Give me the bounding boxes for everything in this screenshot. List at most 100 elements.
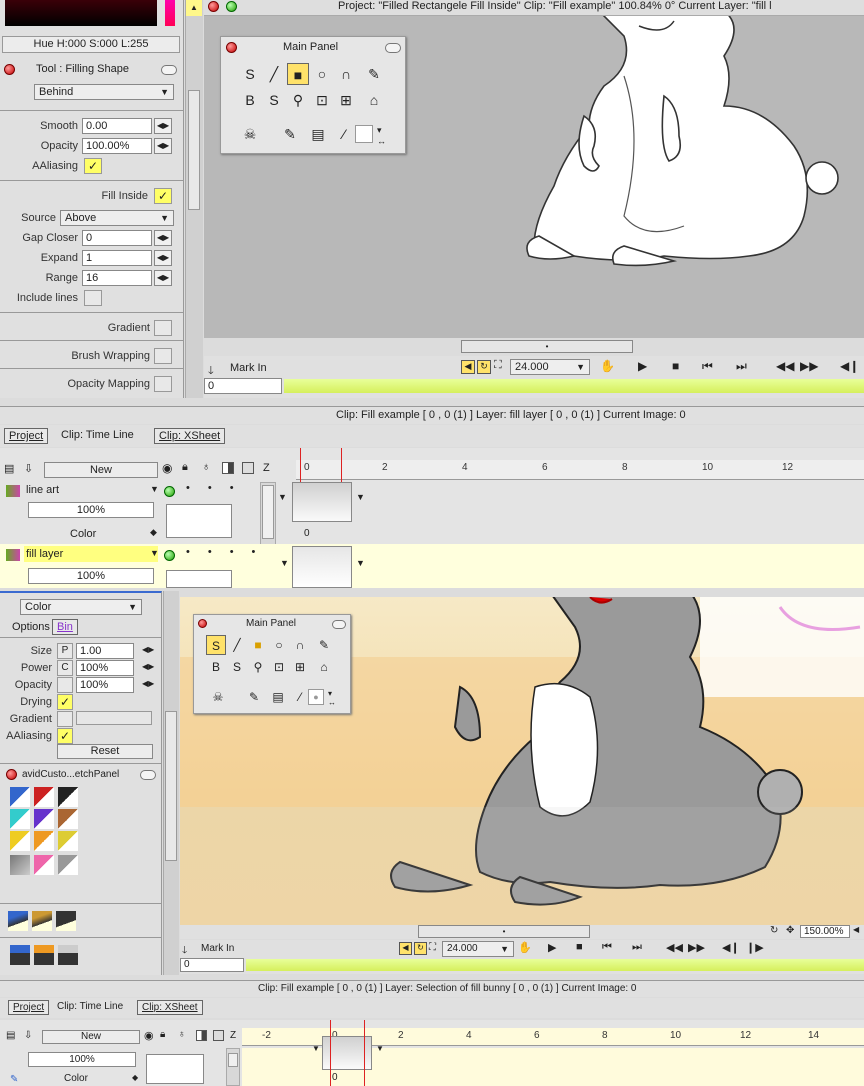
fill-inside-checkbox[interactable]: ✓ <box>154 188 172 204</box>
new-layer-button[interactable]: New <box>44 462 158 478</box>
prev-frame-button[interactable]: ◀◀ <box>776 359 794 373</box>
eraser-tool-icon[interactable]: ✎ <box>314 635 334 655</box>
maximize-window-icon[interactable] <box>226 1 237 12</box>
brush-b-tool-icon[interactable]: B <box>239 89 261 111</box>
playhead-marker[interactable] <box>330 1020 331 1086</box>
scroll-thumb[interactable] <box>262 485 274 539</box>
frame-cell[interactable] <box>292 482 352 522</box>
transform-tool-icon[interactable]: ⊞ <box>335 89 357 111</box>
tab-project[interactable]: Project <box>8 1000 50 1015</box>
eye-icon[interactable]: ◉ <box>144 1029 154 1042</box>
first-frame-button[interactable]: ⏮ <box>602 941 612 954</box>
tab-xsheet[interactable]: Clip: XSheet <box>154 428 226 444</box>
collapse-icon[interactable] <box>332 620 346 629</box>
zoom-stepper[interactable]: ◀ <box>853 925 859 934</box>
pencil-red-icon[interactable] <box>34 787 54 807</box>
next-frame-button[interactable]: ▶▶ <box>688 941 705 954</box>
swap-icon[interactable]: ▾ ↔ <box>328 689 336 707</box>
color-swatch[interactable]: ● <box>308 689 324 705</box>
bulb-icon[interactable]: ♁ <box>202 461 210 473</box>
opacity-stepper[interactable]: ◀▶ <box>142 679 154 688</box>
color-preview[interactable] <box>5 0 157 26</box>
hand-icon[interactable]: ✋ <box>518 941 532 954</box>
fit-icon[interactable]: ⛶ <box>429 942 436 953</box>
layer-type-icon[interactable] <box>222 462 234 474</box>
layer-opacity[interactable]: 100% <box>28 1052 136 1067</box>
hand-icon[interactable]: ✋ <box>600 359 615 373</box>
visibility-dot[interactable] <box>164 550 175 561</box>
collapse-icon[interactable] <box>161 65 177 75</box>
ink-pen-gold-icon[interactable] <box>32 911 52 931</box>
reset-button[interactable]: Reset <box>57 744 153 759</box>
opacity-flag[interactable] <box>57 677 73 693</box>
lock-icon[interactable]: 🔒︎ <box>182 461 188 474</box>
ellipse-tool-icon[interactable]: ○ <box>311 63 333 85</box>
expand-field[interactable]: 1 <box>82 250 152 266</box>
bulb-icon[interactable]: ♁ <box>178 1029 186 1040</box>
center-icon[interactable]: ✥ <box>786 925 794 936</box>
color-strip[interactable] <box>165 0 175 26</box>
texture-icon[interactable]: ▤ <box>307 123 329 145</box>
ink-bottle-blue-icon[interactable] <box>10 945 30 965</box>
rotate-icon[interactable]: ↻ <box>770 925 778 936</box>
eraser-pink-icon[interactable] <box>34 855 54 875</box>
gradient-checkbox[interactable] <box>57 711 73 727</box>
layer-type-icon[interactable] <box>196 1030 207 1041</box>
opacity-mapping-checkbox[interactable] <box>154 376 172 392</box>
tab-timeline[interactable]: Clip: Time Line <box>61 429 134 441</box>
fit-icon[interactable]: ⛶ <box>494 359 502 372</box>
first-frame-button[interactable]: ⏮ <box>702 359 713 374</box>
camera-icon[interactable] <box>242 462 254 474</box>
gradient-checkbox[interactable] <box>154 320 172 336</box>
size-flag[interactable]: P <box>57 643 73 659</box>
scroll-thumb[interactable] <box>228 1053 238 1067</box>
gap-closer-stepper[interactable]: ◀▶ <box>154 230 172 246</box>
mode-select[interactable]: Behind <box>34 84 174 100</box>
texture-icon[interactable]: ▤ <box>268 687 288 707</box>
last-frame-button[interactable]: ⏭ <box>632 941 642 954</box>
layer-name[interactable]: fill layer <box>26 548 63 560</box>
skull-icon[interactable]: ☠ <box>239 123 261 145</box>
collapse-icon[interactable] <box>140 770 156 780</box>
layer-flags[interactable]: •••• <box>186 546 273 558</box>
pen-color-icon[interactable]: ✎ <box>279 123 301 145</box>
power-field[interactable]: 100% <box>76 660 134 676</box>
canvas-hscroll[interactable]: • <box>461 340 633 353</box>
playhead-marker[interactable] <box>364 1020 365 1086</box>
texture-brush-icon[interactable] <box>10 855 30 875</box>
crayon-orange-icon[interactable] <box>34 831 54 851</box>
frame-track[interactable]: ▼ ▼ 0 <box>242 1036 864 1086</box>
opacity-stepper[interactable]: ◀▶ <box>154 138 172 154</box>
range-stepper[interactable]: ◀▶ <box>154 270 172 286</box>
layer-blend[interactable]: Color <box>70 528 96 540</box>
brush-brown-icon[interactable] <box>58 809 78 829</box>
stop-button[interactable]: ■ <box>576 941 583 953</box>
aaliasing-checkbox[interactable]: ✓ <box>57 728 73 744</box>
camera-tool-icon[interactable]: ⌂ <box>363 89 385 111</box>
size-field[interactable]: 1.00 <box>76 643 134 659</box>
ink-bottle-gray-icon[interactable] <box>58 945 78 965</box>
tool-panel-scrollbar[interactable] <box>185 0 203 398</box>
blend-stepper-icon[interactable]: ◆ <box>132 1073 138 1082</box>
zoom-tool-icon[interactable]: ⚲ <box>287 89 309 111</box>
ink-pen-icon[interactable] <box>8 911 28 931</box>
frame-track[interactable]: ▼ ▼ 0 <box>278 482 864 544</box>
brush-wrapping-checkbox[interactable] <box>154 348 172 364</box>
last-frame-button[interactable]: ⏭ <box>736 359 747 374</box>
tab-options[interactable]: Options <box>12 621 50 633</box>
loop-icon[interactable]: ↻ <box>414 942 427 955</box>
new-layer-button[interactable]: New <box>42 1030 140 1044</box>
camera-tool-icon[interactable]: ⌂ <box>314 657 334 677</box>
crop-tool-icon[interactable]: ⊡ <box>311 89 333 111</box>
transform-tool-icon[interactable]: ⊞ <box>290 657 310 677</box>
layer-opacity[interactable]: 100% <box>28 568 154 584</box>
scroll-thumb[interactable] <box>188 90 200 210</box>
close-icon[interactable] <box>198 619 207 628</box>
close-icon[interactable] <box>4 64 15 75</box>
frame-field[interactable]: 0 <box>204 378 282 394</box>
sound-toggle-icon[interactable]: ◀ <box>461 360 475 374</box>
play-button[interactable]: ▶ <box>638 359 647 373</box>
eye-icon[interactable]: ◉ <box>162 461 172 475</box>
pencil-black-icon[interactable] <box>58 787 78 807</box>
tab-bin[interactable]: Bin <box>52 619 78 635</box>
